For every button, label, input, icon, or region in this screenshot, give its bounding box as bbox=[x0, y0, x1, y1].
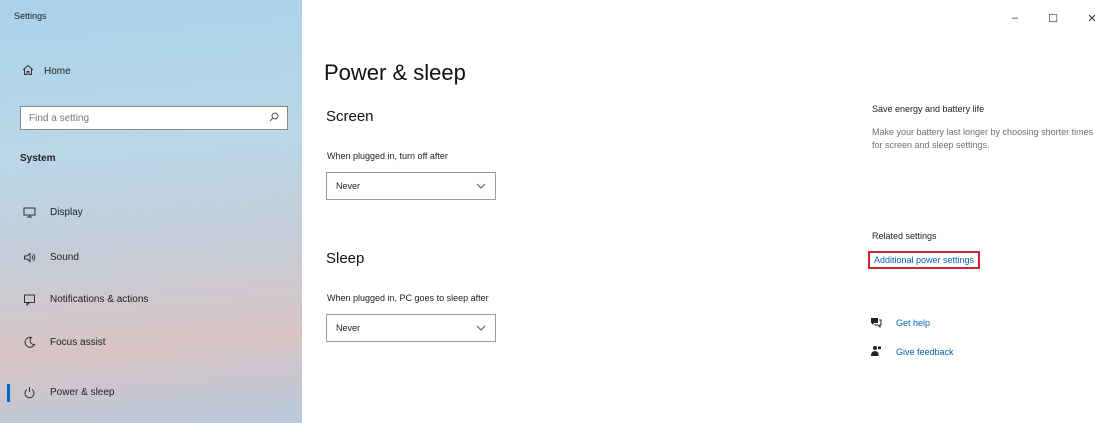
display-icon bbox=[22, 205, 36, 219]
sidebar-item-label: Sound bbox=[50, 251, 79, 263]
sleep-timeout-label: When plugged in, PC goes to sleep after bbox=[327, 293, 489, 303]
feedback-icon bbox=[870, 345, 882, 359]
search-box[interactable] bbox=[20, 106, 288, 130]
screen-timeout-dropdown[interactable]: Never bbox=[326, 172, 496, 200]
chevron-down-icon bbox=[476, 323, 486, 333]
help-icon bbox=[870, 316, 882, 330]
app-title: Settings bbox=[14, 11, 47, 21]
sound-icon bbox=[22, 250, 36, 264]
get-help-link[interactable]: Get help bbox=[870, 316, 930, 330]
give-feedback-label: Give feedback bbox=[896, 347, 954, 357]
get-help-label: Get help bbox=[896, 318, 931, 328]
minimize-button[interactable]: – bbox=[1000, 8, 1030, 28]
dropdown-value: Never bbox=[336, 323, 361, 333]
home-label: Home bbox=[44, 66, 71, 77]
home-button[interactable]: Home bbox=[22, 64, 71, 79]
moon-icon bbox=[22, 335, 36, 349]
screen-heading: Screen bbox=[326, 108, 374, 125]
maximize-button[interactable]: ☐ bbox=[1038, 8, 1068, 28]
sidebar-item-label: Display bbox=[50, 206, 83, 218]
related-settings-heading: Related settings bbox=[872, 231, 937, 241]
search-icon[interactable] bbox=[269, 112, 279, 125]
screen-timeout-label: When plugged in, turn off after bbox=[327, 151, 448, 161]
power-icon bbox=[22, 385, 36, 399]
section-label-system: System bbox=[20, 153, 56, 164]
sidebar-item-sound[interactable]: Sound bbox=[0, 242, 302, 272]
settings-window: Settings Home System Display Sound bbox=[0, 0, 1118, 423]
sleep-heading: Sleep bbox=[326, 250, 365, 267]
page-title: Power & sleep bbox=[324, 60, 466, 85]
tip-heading: Save energy and battery life bbox=[872, 104, 985, 114]
notifications-icon bbox=[22, 292, 36, 306]
sidebar-item-label: Focus assist bbox=[50, 336, 106, 348]
search-input[interactable] bbox=[29, 112, 269, 124]
close-button[interactable]: ✕ bbox=[1077, 8, 1107, 28]
sidebar-item-focus-assist[interactable]: Focus assist bbox=[0, 327, 302, 357]
chevron-down-icon bbox=[476, 181, 486, 191]
home-icon bbox=[22, 64, 34, 79]
sidebar-item-notifications[interactable]: Notifications & actions bbox=[0, 284, 302, 314]
sidebar: Settings Home System Display Sound bbox=[0, 0, 302, 423]
sidebar-item-display[interactable]: Display bbox=[0, 197, 302, 227]
additional-power-settings-link[interactable]: Additional power settings bbox=[868, 251, 981, 269]
sidebar-item-label: Power & sleep bbox=[50, 386, 115, 398]
sidebar-item-label: Notifications & actions bbox=[50, 293, 149, 305]
sidebar-item-power-sleep[interactable]: Power & sleep bbox=[0, 377, 302, 407]
dropdown-value: Never bbox=[336, 181, 361, 191]
give-feedback-link[interactable]: Give feedback bbox=[870, 345, 954, 359]
tip-body: Make your battery last longer by choosin… bbox=[872, 127, 1094, 150]
sleep-timeout-dropdown[interactable]: Never bbox=[326, 314, 496, 342]
